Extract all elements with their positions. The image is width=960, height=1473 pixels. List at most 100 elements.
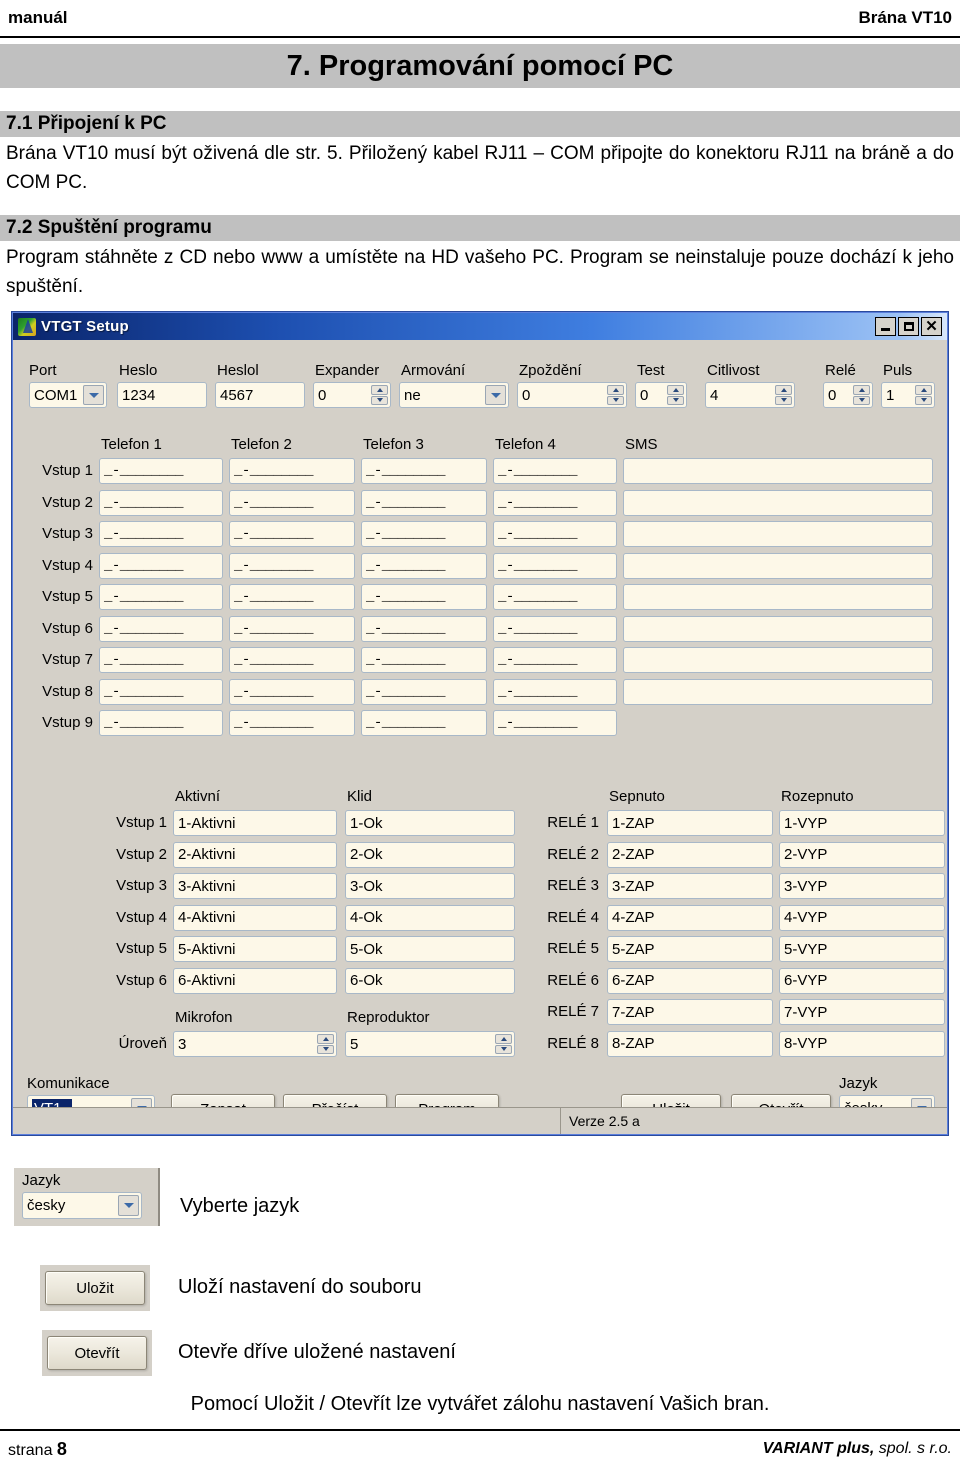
phone-field-vstup7-tel4[interactable]: _-________: [493, 647, 617, 673]
phone-field-vstup3-tel2[interactable]: _-________: [229, 521, 355, 547]
phone-field-vstup1-tel1[interactable]: _-________: [99, 458, 223, 484]
relay-field-rozepnuto-5[interactable]: 5-VYP: [779, 936, 945, 962]
phone-field-vstup2-tel4[interactable]: _-________: [493, 489, 617, 516]
toolbar-field-heslol[interactable]: 4567: [215, 382, 305, 408]
chevron-down-icon[interactable]: [83, 385, 104, 405]
phone-field-vstup9-tel2[interactable]: _-________: [229, 710, 355, 736]
sms-field-vstup1[interactable]: [623, 458, 933, 484]
stepper-arrows[interactable]: [607, 385, 624, 405]
phone-field-vstup8-tel3[interactable]: _-________: [361, 678, 487, 705]
input-field-aktivni-6[interactable]: 6-Aktivni: [173, 967, 337, 994]
chevron-down-icon[interactable]: [485, 385, 506, 405]
input-field-klid-2[interactable]: 2-Ok: [345, 841, 515, 868]
phone-field-vstup3-tel1[interactable]: _-________: [99, 521, 223, 547]
stepper-arrows[interactable]: [853, 385, 870, 405]
phone-field-vstup8-tel1[interactable]: _-________: [99, 678, 223, 705]
annotation-open-button[interactable]: Otevřít: [47, 1336, 147, 1370]
relay-field-rozepnuto-4[interactable]: 4-VYP: [779, 904, 945, 931]
relay-field-sepnuto-4[interactable]: 4-ZAP: [607, 904, 773, 931]
relay-field-sepnuto-8[interactable]: 8-ZAP: [607, 1030, 773, 1057]
input-field-klid-3[interactable]: 3-Ok: [345, 873, 515, 899]
input-field-klid-1[interactable]: 1-Ok: [345, 810, 515, 836]
sms-field-vstup3[interactable]: [623, 521, 933, 547]
toolbar-field-rel-[interactable]: 0: [823, 382, 873, 408]
phone-field-vstup4-tel4[interactable]: _-________: [493, 552, 617, 579]
stepper-arrows[interactable]: [915, 385, 932, 405]
sms-field-vstup7[interactable]: [623, 647, 933, 673]
input-field-aktivni-4[interactable]: 4-Aktivni: [173, 904, 337, 931]
input-field-klid-6[interactable]: 6-Ok: [345, 967, 515, 994]
phone-field-vstup3-tel3[interactable]: _-________: [361, 521, 487, 547]
input-field-aktivni-5[interactable]: 5-Aktivni: [173, 936, 337, 962]
relay-field-sepnuto-1[interactable]: 1-ZAP: [607, 810, 773, 836]
annotation-save-button[interactable]: Uložit: [45, 1271, 145, 1305]
relay-field-sepnuto-3[interactable]: 3-ZAP: [607, 873, 773, 899]
phone-field-vstup3-tel4[interactable]: _-________: [493, 521, 617, 547]
toolbar-field-test[interactable]: 0: [635, 382, 687, 408]
input-field-klid-5[interactable]: 5-Ok: [345, 936, 515, 962]
phone-field-vstup2-tel2[interactable]: _-________: [229, 489, 355, 516]
relay-field-sepnuto-7[interactable]: 7-ZAP: [607, 999, 773, 1025]
phone-field-vstup1-tel2[interactable]: _-________: [229, 458, 355, 484]
phone-field-vstup5-tel4[interactable]: _-________: [493, 584, 617, 610]
chevron-down-icon[interactable]: [118, 1195, 139, 1216]
input-field-klid-4[interactable]: 4-Ok: [345, 904, 515, 931]
relay-field-rozepnuto-6[interactable]: 6-VYP: [779, 967, 945, 994]
stepper-arrows[interactable]: [667, 385, 684, 405]
input-field-aktivni-1[interactable]: 1-Aktivni: [173, 810, 337, 836]
toolbar-field-citlivost[interactable]: 4: [705, 382, 795, 408]
phone-field-vstup6-tel4[interactable]: _-________: [493, 615, 617, 642]
relay-field-sepnuto-6[interactable]: 6-ZAP: [607, 967, 773, 994]
phone-field-vstup2-tel3[interactable]: _-________: [361, 489, 487, 516]
window-titlebar[interactable]: VTGT Setup ✕: [13, 313, 947, 340]
phone-field-vstup1-tel3[interactable]: _-________: [361, 458, 487, 484]
phone-field-vstup6-tel3[interactable]: _-________: [361, 615, 487, 642]
phone-field-vstup7-tel1[interactable]: _-________: [99, 647, 223, 673]
sms-field-vstup8[interactable]: [623, 678, 933, 705]
phone-field-vstup1-tel4[interactable]: _-________: [493, 458, 617, 484]
toolbar-field-expander[interactable]: 0: [313, 382, 391, 408]
toolbar-field-heslo[interactable]: 1234: [117, 382, 207, 408]
stepper-arrows[interactable]: [495, 1034, 512, 1054]
phone-field-vstup5-tel1[interactable]: _-________: [99, 584, 223, 610]
phone-field-vstup9-tel3[interactable]: _-________: [361, 710, 487, 736]
phone-field-vstup7-tel3[interactable]: _-________: [361, 647, 487, 673]
relay-field-sepnuto-5[interactable]: 5-ZAP: [607, 936, 773, 962]
stepper-arrows[interactable]: [371, 385, 388, 405]
close-icon[interactable]: ✕: [921, 317, 942, 336]
sms-field-vstup6[interactable]: [623, 615, 933, 642]
phone-field-vstup4-tel3[interactable]: _-________: [361, 552, 487, 579]
phone-field-vstup8-tel2[interactable]: _-________: [229, 678, 355, 705]
phone-field-vstup4-tel1[interactable]: _-________: [99, 552, 223, 579]
phone-field-vstup6-tel1[interactable]: _-________: [99, 615, 223, 642]
phone-field-vstup5-tel2[interactable]: _-________: [229, 584, 355, 610]
minimize-icon[interactable]: [875, 317, 896, 336]
input-field-aktivni-3[interactable]: 3-Aktivni: [173, 873, 337, 899]
phone-field-vstup7-tel2[interactable]: _-________: [229, 647, 355, 673]
phone-field-vstup4-tel2[interactable]: _-________: [229, 552, 355, 579]
phone-field-vstup5-tel3[interactable]: _-________: [361, 584, 487, 610]
relay-field-rozepnuto-7[interactable]: 7-VYP: [779, 999, 945, 1025]
sms-field-vstup5[interactable]: [623, 584, 933, 610]
relay-field-rozepnuto-2[interactable]: 2-VYP: [779, 841, 945, 868]
sms-field-vstup2[interactable]: [623, 489, 933, 516]
phone-field-vstup9-tel1[interactable]: _-________: [99, 710, 223, 736]
relay-field-rozepnuto-8[interactable]: 8-VYP: [779, 1030, 945, 1057]
relay-field-sepnuto-2[interactable]: 2-ZAP: [607, 841, 773, 868]
phone-field-vstup9-tel4[interactable]: _-________: [493, 710, 617, 736]
input-field-aktivni-2[interactable]: 2-Aktivni: [173, 841, 337, 868]
audio-mikrofon-stepper[interactable]: 3: [173, 1031, 337, 1057]
stepper-arrows[interactable]: [775, 385, 792, 405]
maximize-icon[interactable]: [898, 317, 919, 336]
toolbar-field-armov-n-[interactable]: ne: [399, 382, 509, 408]
toolbar-field-zpo-d-n-[interactable]: 0: [517, 382, 627, 408]
toolbar-field-puls[interactable]: 1: [881, 382, 935, 408]
sms-field-vstup4[interactable]: [623, 552, 933, 579]
toolbar-field-port[interactable]: COM1: [29, 382, 107, 408]
phone-field-vstup8-tel4[interactable]: _-________: [493, 678, 617, 705]
phone-field-vstup6-tel2[interactable]: _-________: [229, 615, 355, 642]
annotation-language-combo[interactable]: česky: [22, 1192, 142, 1219]
stepper-arrows[interactable]: [317, 1034, 334, 1054]
audio-reproduktor-stepper[interactable]: 5: [345, 1031, 515, 1057]
relay-field-rozepnuto-1[interactable]: 1-VYP: [779, 810, 945, 836]
